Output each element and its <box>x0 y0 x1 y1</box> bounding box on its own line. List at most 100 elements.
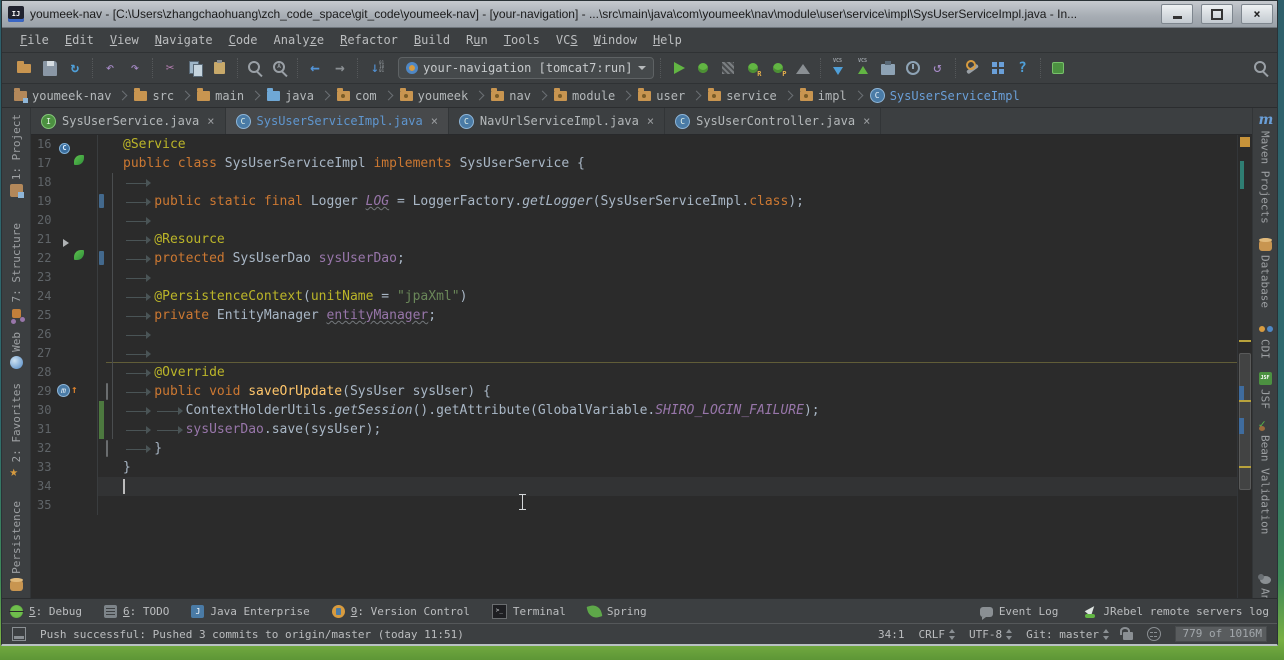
code-editor[interactable]: 16@Service17public class SysUserServiceI… <box>31 135 1252 598</box>
tool-window-button-event-log[interactable]: Event Log <box>980 605 1059 618</box>
menu-item-edit[interactable]: Edit <box>57 31 102 49</box>
close-tab-icon[interactable]: × <box>647 114 654 128</box>
menu-item-refactor[interactable]: Refactor <box>332 31 406 49</box>
breadcrumb-item-youmeek-nav[interactable]: youmeek-nav <box>12 89 113 103</box>
find-icon[interactable] <box>245 58 265 78</box>
breadcrumb-item-service[interactable]: service <box>706 89 779 103</box>
redo-icon[interactable] <box>125 58 145 78</box>
cut-icon[interactable] <box>160 58 180 78</box>
menu-item-build[interactable]: Build <box>406 31 458 49</box>
tool-window-button-spring[interactable]: Spring <box>588 605 647 618</box>
breadcrumb-item-main[interactable]: main <box>195 89 246 103</box>
gutter-change-marker-cell <box>97 439 106 458</box>
copy-icon[interactable] <box>185 58 205 78</box>
menu-item-help[interactable]: Help <box>645 31 690 49</box>
menu-item-view[interactable]: View <box>102 31 147 49</box>
tool-window-button-7-structure[interactable]: 7: Structure <box>10 223 23 319</box>
tool-window-button-bean-validation[interactable]: Bean Validation <box>1259 418 1272 534</box>
profile-icon[interactable] <box>793 58 813 78</box>
tool-window-button-cdi[interactable]: CDI <box>1259 322 1272 359</box>
tool-window-toggle-icon[interactable] <box>12 627 26 641</box>
tool-window-button-2-favorites[interactable]: 2: Favorites <box>10 383 23 479</box>
debug-icon[interactable] <box>693 58 713 78</box>
vcs-update-icon[interactable] <box>828 58 848 78</box>
breadcrumb-item-user[interactable]: user <box>636 89 687 103</box>
highlighting-level-icon[interactable] <box>1147 627 1161 641</box>
menu-item-tools[interactable]: Tools <box>496 31 548 49</box>
memory-indicator[interactable]: 779 of 1016M <box>1175 626 1267 642</box>
tab-sysuserserviceimpl-java[interactable]: CSysUserServiceImpl.java× <box>226 108 449 134</box>
undo-icon[interactable] <box>100 58 120 78</box>
search-icon[interactable] <box>1251 58 1271 78</box>
rollback-icon[interactable] <box>928 58 948 78</box>
tool-window-button-maven-projects[interactable]: Maven Projects <box>1259 114 1272 224</box>
menu-item-navigate[interactable]: Navigate <box>147 31 221 49</box>
menu-item-run[interactable]: Run <box>458 31 496 49</box>
run-icon[interactable] <box>668 58 688 78</box>
breadcrumb-item-nav[interactable]: nav <box>489 89 533 103</box>
paste-icon[interactable] <box>210 58 230 78</box>
tab-navurlserviceimpl-java[interactable]: CNavUrlServiceImpl.java× <box>449 108 665 134</box>
git-branch-selector[interactable]: Git: master <box>1026 628 1109 641</box>
tab-sysusercontroller-java[interactable]: CSysUserController.java× <box>665 108 881 134</box>
menu-item-vcs[interactable]: VCS <box>548 31 586 49</box>
menu-item-code[interactable]: Code <box>221 31 266 49</box>
breadcrumb-item-java[interactable]: java <box>265 89 316 103</box>
tool-window-button-9-version-control[interactable]: 9: Version Control <box>332 605 470 618</box>
tool-window-button-database[interactable]: Database <box>1259 238 1272 308</box>
tool-window-button-web[interactable]: Web <box>10 332 23 369</box>
menu-item-window[interactable]: Window <box>586 31 645 49</box>
breadcrumb-item-src[interactable]: src <box>132 89 176 103</box>
settings-icon[interactable] <box>963 58 983 78</box>
replace-icon[interactable] <box>270 58 290 78</box>
close-tab-icon[interactable]: × <box>431 114 438 128</box>
minimize-button[interactable] <box>1161 4 1193 24</box>
tool-window-button-6-todo[interactable]: 6: TODO <box>104 605 169 618</box>
jrebel-run-icon[interactable] <box>743 58 763 78</box>
tool-window-button-java-enterprise[interactable]: Java Enterprise <box>191 605 309 618</box>
breadcrumb-item-sysuserserviceimpl[interactable]: SysUserServiceImpl <box>868 88 1022 103</box>
fold-end-icon[interactable] <box>106 440 108 457</box>
tool-window-button-jsf[interactable]: JSF <box>1259 372 1272 409</box>
vcs-commit-icon[interactable] <box>853 58 873 78</box>
shelve-icon[interactable] <box>878 58 898 78</box>
save-icon[interactable] <box>40 58 60 78</box>
tool-window-button-terminal[interactable]: Terminal <box>492 604 566 619</box>
menu-item-analyze[interactable]: Analyze <box>266 31 333 49</box>
install-plugin-icon[interactable] <box>1048 58 1068 78</box>
jrebel-debug-icon[interactable] <box>768 58 788 78</box>
menu-item-file[interactable]: File <box>12 31 57 49</box>
tool-window-button-5-debug[interactable]: 5: Debug <box>10 605 82 618</box>
editor-lines[interactable]: 16@Service17public class SysUserServiceI… <box>31 135 1237 598</box>
encoding-selector[interactable]: UTF-8 <box>969 628 1012 641</box>
close-tab-icon[interactable]: × <box>863 114 870 128</box>
maximize-button[interactable] <box>1201 4 1233 24</box>
structure-icon[interactable] <box>988 58 1008 78</box>
tool-window-button-persistence[interactable]: Persistence <box>10 501 23 591</box>
right-tool-window-stripe: Maven Projects Database CDI JSF Bean Validat… <box>1252 108 1277 598</box>
tool-window-button-1-project[interactable]: 1: Project <box>10 114 23 197</box>
tab-sysuserservice-java[interactable]: ISysUserService.java× <box>31 108 226 134</box>
tool-window-button-jrebel-remote-servers-log[interactable]: JRebel remote servers log <box>1084 605 1269 618</box>
back-icon[interactable] <box>305 58 325 78</box>
analysis-status-icon[interactable] <box>1240 137 1250 147</box>
unlock-icon[interactable] <box>1123 632 1133 640</box>
breadcrumb-item-com[interactable]: com <box>335 89 379 103</box>
breadcrumb-item-impl[interactable]: impl <box>798 89 849 103</box>
caret-position[interactable]: 34:1 <box>878 628 905 641</box>
sync-icon[interactable] <box>65 58 85 78</box>
breadcrumb-item-youmeek[interactable]: youmeek <box>398 89 471 103</box>
history-icon[interactable] <box>903 58 923 78</box>
breadcrumb-item-module[interactable]: module <box>552 89 617 103</box>
fold-start-icon[interactable] <box>106 383 108 400</box>
forward-icon[interactable] <box>330 58 350 78</box>
line-separator-selector[interactable]: CRLF <box>919 628 956 641</box>
close-button[interactable]: × <box>1241 4 1273 24</box>
coverage-icon[interactable] <box>718 58 738 78</box>
help-icon[interactable] <box>1013 58 1033 78</box>
run-configuration-combo[interactable]: your-navigation [tomcat7:run] <box>398 57 654 79</box>
close-tab-icon[interactable]: × <box>207 114 214 128</box>
sort-icon[interactable] <box>365 58 385 78</box>
open-icon[interactable] <box>15 58 35 78</box>
error-stripe-scrollbar[interactable] <box>1237 135 1252 598</box>
